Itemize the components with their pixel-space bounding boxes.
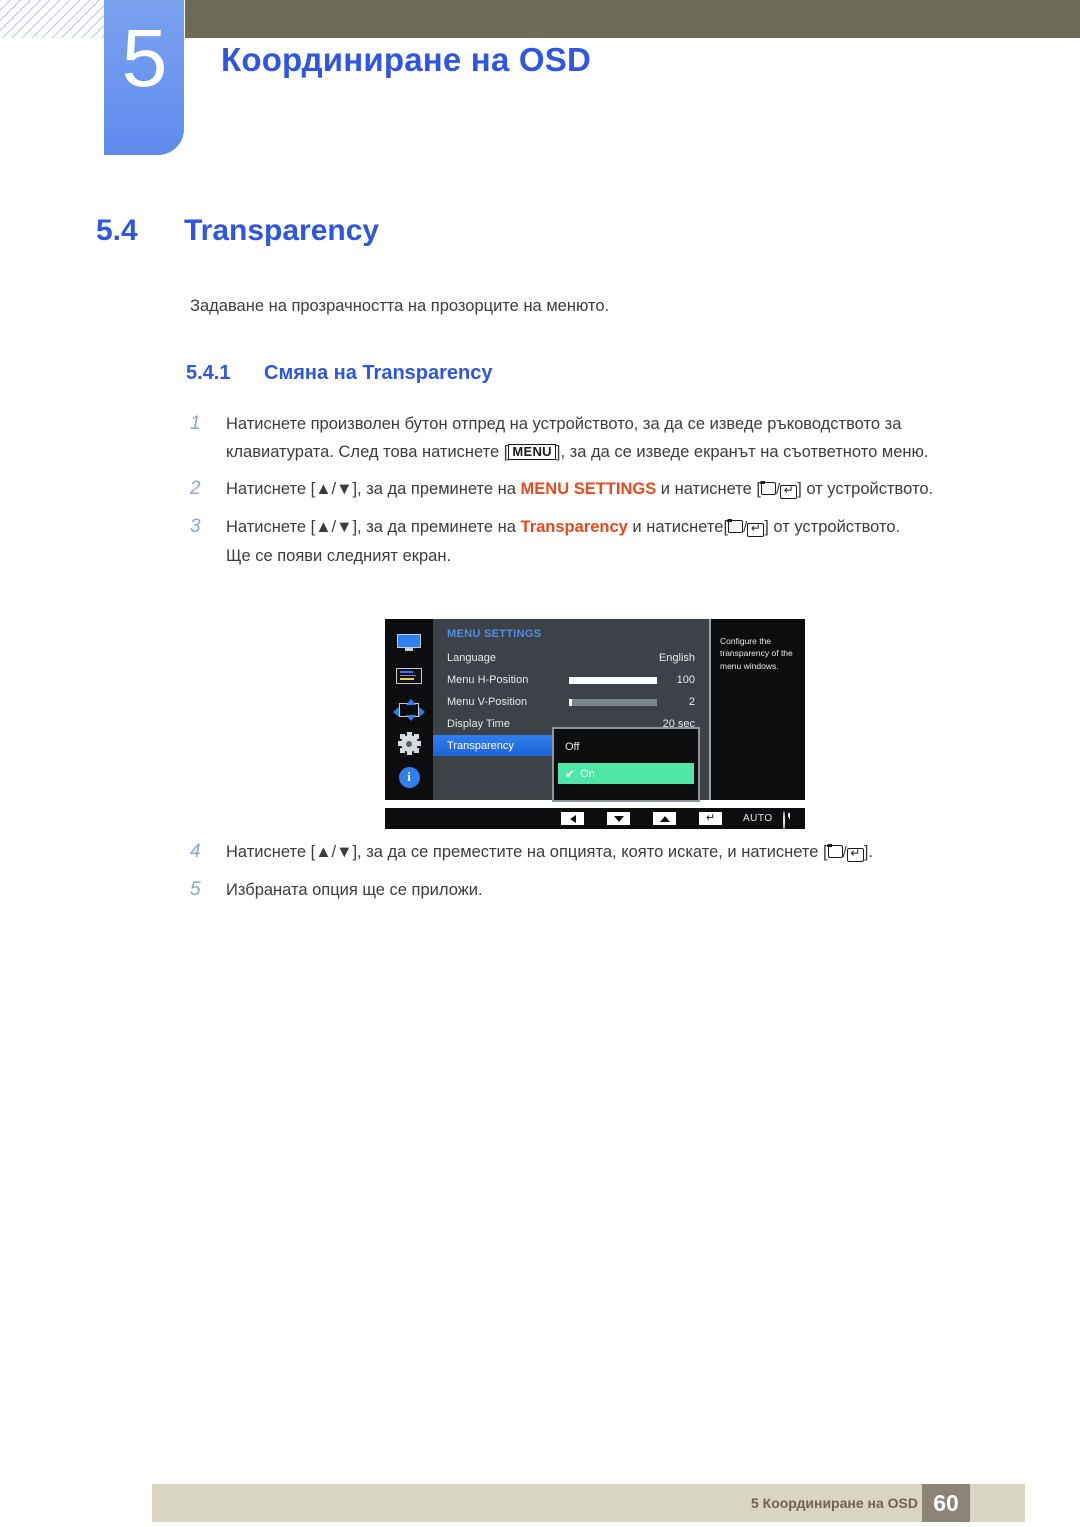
section-title: Transparency xyxy=(184,214,380,247)
subsection-number: 5.4.1 xyxy=(186,362,231,384)
osd-list-icon[interactable] xyxy=(396,666,422,688)
page-number-badge: 60 xyxy=(922,1484,970,1522)
page-footer: 5 Координиране на OSD 60 xyxy=(152,1484,1025,1522)
osd-row-language[interactable]: Language English xyxy=(447,647,695,669)
osd-row-value: 2 xyxy=(688,696,695,708)
enter-key-icon xyxy=(747,523,765,537)
osd-icon-rail: i xyxy=(385,619,433,800)
osd-key-guide-bar: ↵ AUTO xyxy=(385,808,805,830)
info-icon[interactable]: i xyxy=(398,766,420,789)
instruction-steps-list-continued: 4 Натиснете [▲/▼], за да се преместите н… xyxy=(186,838,986,913)
osd-help-panel: Configure the transparency of the menu w… xyxy=(711,619,805,800)
step-item: 3 Натиснете [▲/▼], за да преминете на Tr… xyxy=(186,513,986,570)
step-text-part3: ] от устройството. xyxy=(797,480,934,498)
step-text-part2: и натиснете[ xyxy=(627,518,729,536)
step-text: Натиснете [▲/▼], за да преминете на MENU… xyxy=(226,475,986,504)
step-item: 4 Натиснете [▲/▼], за да се преместите н… xyxy=(186,838,986,867)
step-text: Натиснете [▲/▼], за да се преместите на … xyxy=(226,838,986,867)
osd-category-title: MENU SETTINGS xyxy=(447,628,542,640)
osd-row-value: English xyxy=(658,652,695,664)
osd-screenshot-figure: i MENU SETTINGS Language English Menu H-… xyxy=(385,619,805,830)
step-highlight-term: MENU SETTINGS xyxy=(520,480,657,498)
v-position-slider xyxy=(569,698,657,706)
step-text-part1: Натиснете [▲/▼], за да преминете на xyxy=(226,480,521,498)
osd-row-slider-slot[interactable] xyxy=(569,698,657,706)
step-number: 2 xyxy=(190,478,201,499)
key-up-button[interactable] xyxy=(653,812,676,825)
osd-row-label: Display Time xyxy=(447,718,510,730)
step-number: 4 xyxy=(190,841,201,862)
transparency-dropdown[interactable]: Off ✔ On xyxy=(552,727,700,802)
h-position-slider xyxy=(569,676,657,684)
step-text-part2: ], за да се изведе екранът на съответнот… xyxy=(555,443,929,461)
step-text-part3: ]. xyxy=(863,843,873,861)
position-arrows-icon[interactable] xyxy=(393,699,425,721)
source-key-icon xyxy=(760,481,777,495)
step-text-part2: и натиснете [ xyxy=(656,480,762,498)
key-left-button[interactable] xyxy=(561,812,584,825)
enter-key-icon xyxy=(780,485,798,499)
osd-row-label: Menu H-Position xyxy=(447,674,529,686)
section-heading: 5.4 Transparency xyxy=(96,214,976,248)
key-auto-label[interactable]: AUTO xyxy=(743,812,773,825)
key-down-button[interactable] xyxy=(607,812,630,825)
dropdown-option-on[interactable]: ✔ On xyxy=(558,763,694,784)
chapter-number: 5 xyxy=(121,13,168,104)
osd-help-text: Configure the transparency of the menu w… xyxy=(720,636,793,671)
step-text-part1: Избраната опция ще се приложи. xyxy=(226,881,483,899)
menu-key-glyph: MENU xyxy=(508,444,556,460)
step-text-part1: Натиснете [▲/▼], за да се преместите на … xyxy=(226,843,828,861)
dropdown-option-off[interactable]: Off xyxy=(554,736,698,757)
enter-key-icon xyxy=(846,848,864,862)
check-icon: ✔ xyxy=(565,766,576,781)
step-item: 2 Натиснете [▲/▼], за да преминете на ME… xyxy=(186,475,986,504)
step-highlight-term: Transparency xyxy=(520,518,628,536)
osd-row-menu-v-position[interactable]: Menu V-Position 2 xyxy=(447,691,695,713)
footer-chapter-label: 5 Координиране на OSD xyxy=(750,1495,918,1511)
source-key-icon xyxy=(826,844,843,858)
section-intro-text: Задаване на прозрачността на прозорците … xyxy=(190,297,610,315)
header-olive-bar xyxy=(185,0,1080,38)
section-number: 5.4 xyxy=(96,214,138,247)
osd-window: i MENU SETTINGS Language English Menu H-… xyxy=(385,619,805,802)
osd-row-label: Transparency xyxy=(447,740,514,752)
source-key-icon xyxy=(727,519,744,533)
osd-row-label: Language xyxy=(447,652,496,664)
subsection-heading: 5.4.1 Смяна на Transparency xyxy=(186,362,986,385)
key-enter-button[interactable]: ↵ xyxy=(699,812,722,825)
step-text: Избраната опция ще се приложи. xyxy=(226,876,986,904)
dropdown-option-label: On xyxy=(580,767,595,780)
instruction-steps-list: 1 Натиснете произволен бутон отпред на у… xyxy=(186,410,986,579)
step-item: 1 Натиснете произволен бутон отпред на у… xyxy=(186,410,986,466)
dropdown-option-label: Off xyxy=(565,740,580,753)
step-text-part1: Натиснете [▲/▼], за да преминете на xyxy=(226,518,521,536)
subsection-title: Смяна на Transparency xyxy=(264,362,493,384)
osd-row-menu-h-position[interactable]: Menu H-Position 100 xyxy=(447,669,695,691)
step-number: 1 xyxy=(190,413,201,434)
power-icon[interactable] xyxy=(783,809,796,830)
chapter-title: Координиране на OSD xyxy=(221,41,591,78)
step-text-part3: ] от устройството. xyxy=(764,518,901,536)
step-note: Ще се появи следният екран. xyxy=(226,547,452,565)
osd-row-label: Menu V-Position xyxy=(447,696,528,708)
gear-icon[interactable] xyxy=(397,732,421,756)
osd-row-slider-slot[interactable] xyxy=(569,676,657,684)
step-text: Натиснете [▲/▼], за да преминете на Tran… xyxy=(226,513,986,570)
chapter-number-badge: 5 xyxy=(104,0,184,155)
step-item: 5 Избраната опция ще се приложи. xyxy=(186,876,986,904)
step-text: Натиснете произволен бутон отпред на уст… xyxy=(226,410,986,466)
picture-monitor-icon[interactable] xyxy=(397,632,421,654)
step-number: 3 xyxy=(190,516,201,537)
osd-row-value: 100 xyxy=(676,674,695,686)
step-number: 5 xyxy=(190,879,201,900)
